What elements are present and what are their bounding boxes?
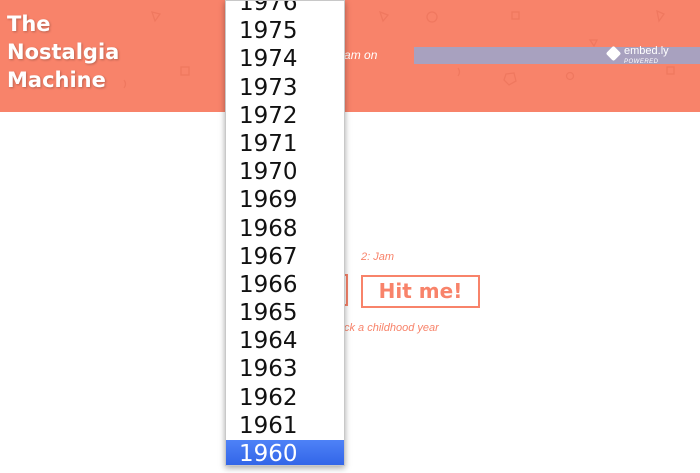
logo-line: Nostalgia	[7, 40, 120, 64]
year-option[interactable]: 1972	[226, 102, 344, 130]
year-option[interactable]: 1962	[226, 384, 344, 412]
year-option[interactable]: 1973	[226, 74, 344, 102]
header-banner: The Nostalgia Machine ldhood jam on embe…	[0, 0, 700, 112]
year-option[interactable]: 1970	[226, 158, 344, 186]
embedly-name: embed.ly	[624, 45, 669, 57]
embedly-logo-icon	[605, 45, 622, 62]
year-option[interactable]: 1967	[226, 243, 344, 271]
year-option[interactable]: 1968	[226, 215, 344, 243]
year-option[interactable]: 1965	[226, 299, 344, 327]
pick-year-hint: ck a childhood year	[344, 322, 439, 334]
logo-line: Machine	[7, 68, 106, 92]
year-option[interactable]: 1961	[226, 412, 344, 440]
embedly-badge[interactable]: embed.ly POWERED	[605, 45, 669, 68]
year-option[interactable]: 1966	[226, 271, 344, 299]
jam-hint: 2: Jam	[361, 251, 395, 263]
year-option[interactable]: 1963	[226, 355, 344, 383]
year-option[interactable]: 1974	[226, 45, 344, 73]
embedly-powered: POWERED	[624, 59, 659, 65]
year-option[interactable]: 1971	[226, 130, 344, 158]
logo-line: The	[7, 12, 51, 36]
year-option[interactable]: 1969	[226, 186, 344, 214]
year-dropdown-list[interactable]: 1976 1975 1974 1973 1972 1971 1970 1969 …	[225, 0, 345, 466]
year-option[interactable]: 1976	[226, 1, 344, 17]
year-option[interactable]: 1964	[226, 327, 344, 355]
app-logo[interactable]: The Nostalgia Machine	[7, 10, 119, 94]
year-option[interactable]: 1975	[226, 17, 344, 45]
year-option-selected[interactable]: 1960	[226, 440, 344, 465]
hit-me-button[interactable]: Hit me!	[361, 275, 480, 308]
